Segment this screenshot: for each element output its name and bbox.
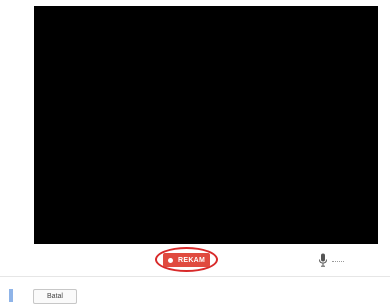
video-recorder-dialog: REKAM Batal (0, 0, 390, 308)
record-button-label: REKAM (178, 256, 206, 264)
microphone-icon[interactable] (318, 253, 328, 267)
footer-divider (0, 276, 390, 277)
camera-preview (34, 6, 378, 244)
record-dot-icon (168, 257, 173, 263)
cancel-button-label: Batal (47, 293, 63, 300)
record-button[interactable]: REKAM (163, 253, 210, 267)
mic-level-indicator (332, 261, 344, 264)
recorder-controls: REKAM (0, 244, 390, 274)
cancel-button[interactable]: Batal (33, 289, 77, 304)
footer-accent-bar (9, 289, 13, 302)
